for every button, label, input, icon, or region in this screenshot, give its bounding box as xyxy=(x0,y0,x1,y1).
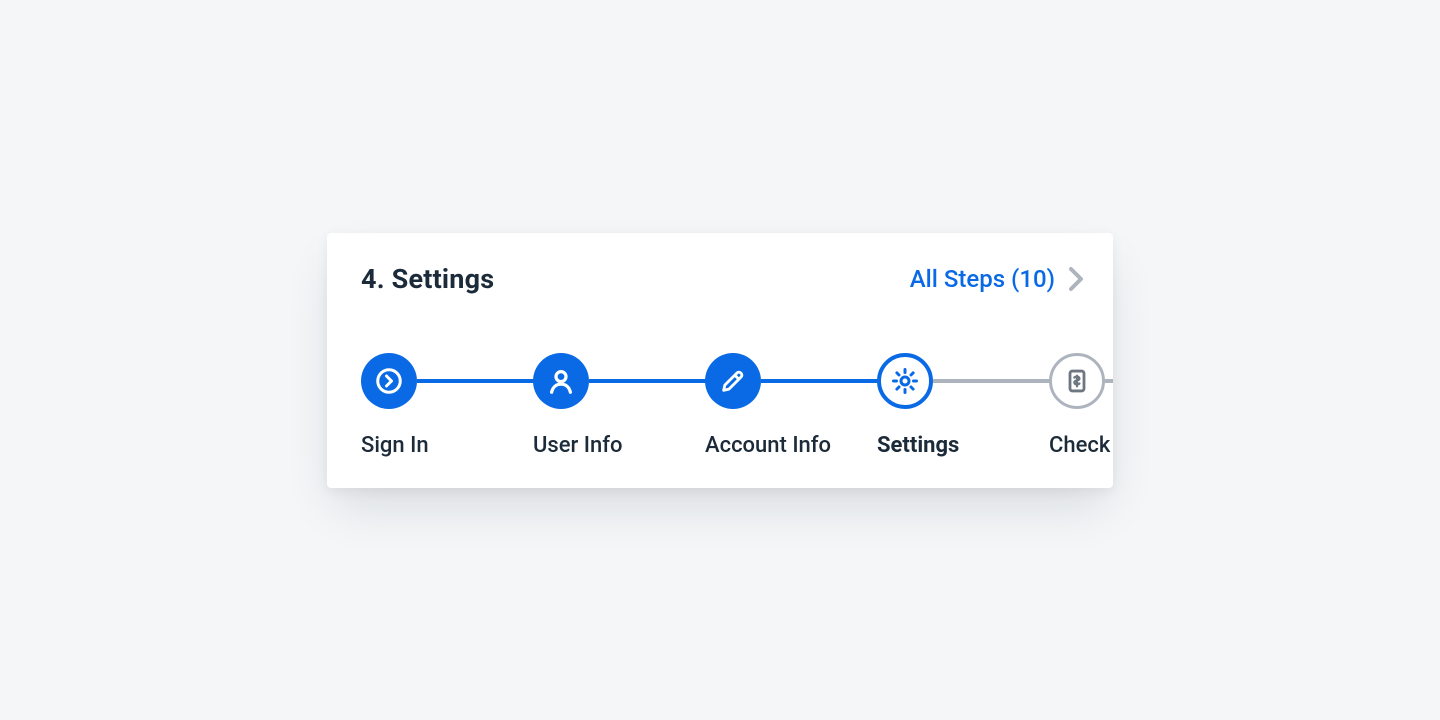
connector xyxy=(761,379,878,383)
step-label: User Info xyxy=(533,433,705,458)
chevron-right-icon xyxy=(1067,265,1085,293)
receipt-icon xyxy=(1063,367,1091,395)
gear-icon xyxy=(890,366,920,396)
step-node-user-info[interactable] xyxy=(533,353,589,409)
stepper-track: Sign In User Info xyxy=(361,353,1113,458)
step-account-info: Account Info xyxy=(705,353,877,458)
step-user-info: User Info xyxy=(533,353,705,458)
connector xyxy=(589,379,706,383)
step-label: Check xyxy=(1049,433,1113,458)
connector xyxy=(1105,379,1113,383)
step-node-account-info[interactable] xyxy=(705,353,761,409)
step-label: Settings xyxy=(877,433,1049,458)
step-settings: Settings xyxy=(877,353,1049,458)
step-node-sign-in[interactable] xyxy=(361,353,417,409)
login-icon xyxy=(374,366,404,396)
user-icon xyxy=(546,366,576,396)
stepper-title: 4. Settings xyxy=(361,263,494,295)
edit-icon xyxy=(719,367,747,395)
step-sign-in: Sign In xyxy=(361,353,533,458)
stepper-card: 4. Settings All Steps (10) xyxy=(327,233,1113,488)
step-node-settings[interactable] xyxy=(877,353,933,409)
connector xyxy=(933,379,1050,383)
step-check: Check xyxy=(1049,353,1113,458)
all-steps-label: All Steps (10) xyxy=(910,265,1055,293)
connector xyxy=(417,379,534,383)
all-steps-link[interactable]: All Steps (10) xyxy=(910,265,1085,293)
stepper-header: 4. Settings All Steps (10) xyxy=(361,263,1113,295)
step-label: Account Info xyxy=(705,433,877,458)
step-label: Sign In xyxy=(361,433,533,458)
step-node-check[interactable] xyxy=(1049,353,1105,409)
